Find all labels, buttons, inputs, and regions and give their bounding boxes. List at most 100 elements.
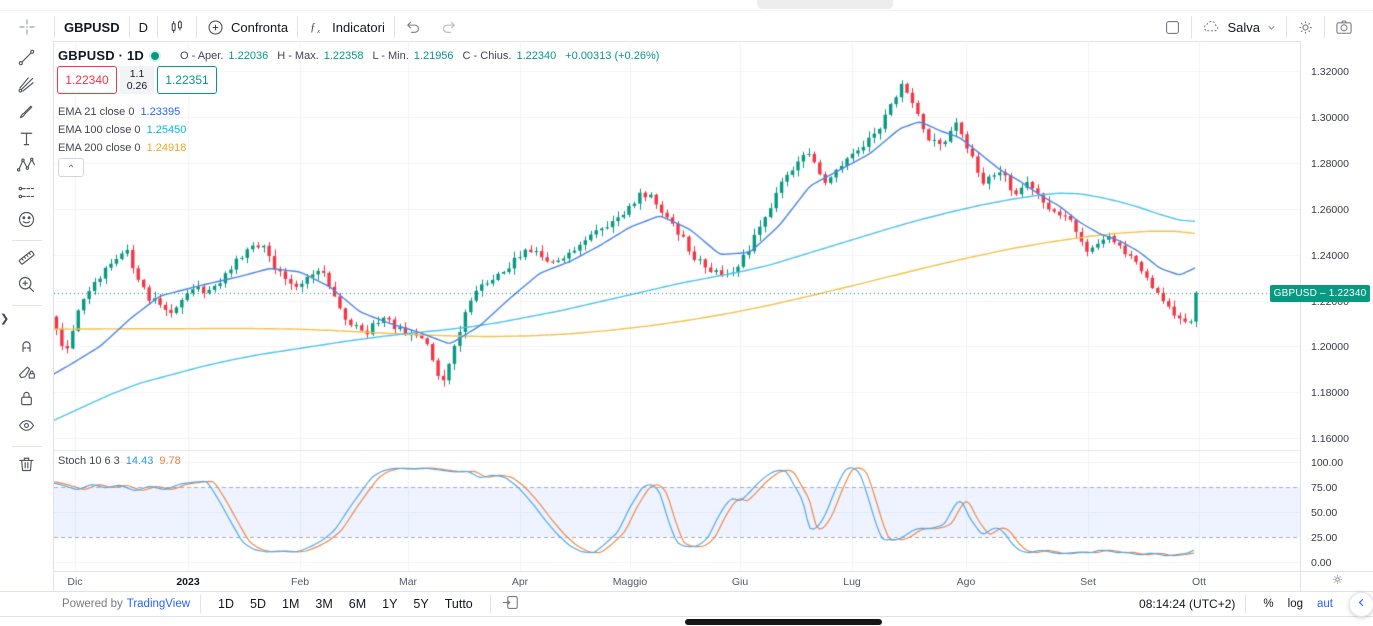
powered-by: Powered by TradingView bbox=[62, 598, 190, 610]
zoom-in-button[interactable] bbox=[8, 273, 46, 300]
toolbar-separator bbox=[12, 240, 42, 241]
redo-button[interactable] bbox=[431, 13, 467, 41]
xabcd-pattern-button[interactable] bbox=[8, 154, 46, 181]
chart-style-button[interactable] bbox=[158, 13, 196, 41]
forecast-button[interactable] bbox=[8, 181, 46, 208]
go-to-date-icon[interactable] bbox=[501, 593, 520, 615]
settings-button[interactable] bbox=[1287, 13, 1324, 41]
price-tick-label: 1.24000 bbox=[1311, 250, 1349, 262]
bottombar-divider bbox=[490, 595, 491, 613]
range-button-tutto[interactable]: Tutto bbox=[438, 595, 480, 613]
gear-icon bbox=[1296, 18, 1315, 37]
stoch-legend[interactable]: Stoch 10 6 3 14.43 9.78 bbox=[58, 455, 181, 467]
time-tick-label: Maggio bbox=[613, 576, 647, 588]
date-range-buttons: 1D5D1M3M6M1Y5YTutto bbox=[211, 595, 480, 613]
left-panel-arrow[interactable]: ❯ bbox=[0, 310, 9, 328]
layout-button[interactable] bbox=[1154, 13, 1191, 41]
compare-button[interactable]: Confronta bbox=[197, 13, 297, 41]
indicator-value: 1.25450 bbox=[147, 124, 187, 136]
price-tick-label: 1.26000 bbox=[1311, 204, 1349, 216]
range-button-1m[interactable]: 1M bbox=[275, 595, 306, 613]
tradingview-app: GBPUSD D Confronta ƒx Indicatori bbox=[0, 0, 1373, 626]
trend-line-button[interactable] bbox=[8, 46, 46, 73]
indicator-row[interactable]: EMA 21 close 01.23395 bbox=[58, 106, 180, 118]
bottombar-right: 08:14:24 (UTC+2) % log aut bbox=[1139, 595, 1373, 613]
log-scale-button[interactable]: log bbox=[1288, 598, 1303, 610]
save-label: Salva bbox=[1227, 20, 1260, 35]
stoch-k-value: 14.43 bbox=[126, 455, 154, 467]
spread-bottom: 0.26 bbox=[127, 80, 147, 92]
undo-button[interactable] bbox=[395, 13, 431, 41]
range-button-6m[interactable]: 6M bbox=[342, 595, 373, 613]
indicators-button[interactable]: ƒx Indicatori bbox=[298, 13, 394, 41]
compare-label: Confronta bbox=[231, 20, 288, 35]
ruler-icon bbox=[16, 247, 37, 273]
legend-symbol-title[interactable]: GBPUSD · 1D bbox=[58, 48, 144, 63]
interval-button[interactable]: D bbox=[130, 13, 157, 41]
time-tick-label: Giu bbox=[732, 576, 748, 588]
collapse-indicators-button[interactable] bbox=[58, 158, 84, 177]
stoch-tick-label: 100.00 bbox=[1311, 457, 1343, 469]
time-tick-label: Mar bbox=[399, 576, 417, 588]
brush-button[interactable] bbox=[8, 100, 46, 127]
cloud-icon bbox=[1201, 17, 1221, 37]
lock-all-button[interactable] bbox=[8, 387, 46, 414]
pitchfork-button[interactable] bbox=[8, 73, 46, 100]
symbol-label: GBPUSD bbox=[64, 20, 120, 35]
percent-scale-button[interactable]: % bbox=[1263, 598, 1273, 610]
tradingview-link[interactable]: TradingView bbox=[127, 598, 190, 610]
trash-icon bbox=[16, 453, 37, 479]
change-value: +0.00313 (+0.26%) bbox=[565, 50, 659, 62]
high-value: 1.22358 bbox=[324, 50, 364, 62]
indicator-row[interactable]: EMA 200 close 01.24918 bbox=[58, 142, 186, 154]
buy-button[interactable]: 1.22351 bbox=[157, 66, 217, 94]
time-tick-label: Feb bbox=[291, 576, 309, 588]
screenshot-button[interactable] bbox=[1325, 13, 1363, 41]
save-button[interactable]: Salva bbox=[1192, 13, 1286, 41]
text-button[interactable] bbox=[8, 127, 46, 154]
range-button-5y[interactable]: 5Y bbox=[406, 595, 435, 613]
symbol-button[interactable]: GBPUSD bbox=[55, 13, 129, 41]
range-button-5d[interactable]: 5D bbox=[243, 595, 273, 613]
market-status-dot[interactable] bbox=[151, 52, 159, 60]
trash-button[interactable] bbox=[8, 452, 46, 479]
price-tick-label: 1.30000 bbox=[1311, 112, 1349, 124]
stoch-tick-label: 25.00 bbox=[1311, 532, 1337, 544]
ohlc-values: O - Aper.1.22036 H - Max.1.22358 L - Min… bbox=[180, 50, 663, 62]
layout-icon bbox=[1163, 18, 1182, 37]
collapse-panel-button[interactable] bbox=[1349, 592, 1373, 617]
bottom-toolbar: Powered by TradingView 1D5D1M3M6M1Y5YTut… bbox=[0, 591, 1373, 617]
stoch-tick-label: 75.00 bbox=[1311, 482, 1337, 494]
ruler-button[interactable] bbox=[8, 246, 46, 273]
brush-icon bbox=[16, 101, 37, 127]
lock-all-icon bbox=[16, 388, 37, 414]
trend-line-icon bbox=[16, 47, 37, 73]
range-button-1y[interactable]: 1Y bbox=[375, 595, 404, 613]
xabcd-pattern-icon bbox=[16, 155, 37, 181]
chart-canvas[interactable] bbox=[54, 41, 1300, 571]
emoji-button[interactable] bbox=[8, 208, 46, 235]
time-tick-label: Apr bbox=[512, 576, 528, 588]
price-tick-label: 1.16000 bbox=[1311, 433, 1349, 445]
time-tick-label: 2023 bbox=[176, 576, 199, 588]
range-button-1d[interactable]: 1D bbox=[211, 595, 241, 613]
crosshair-mode-button[interactable] bbox=[0, 13, 54, 41]
time-axis[interactable]: Dic2023FebMarAprMaggioGiuLugAgoSetOtt bbox=[54, 571, 1300, 592]
price-axis[interactable]: 1.320001.300001.280001.260001.240001.220… bbox=[1300, 41, 1373, 571]
auto-scale-button[interactable]: aut bbox=[1317, 598, 1333, 610]
range-button-3m[interactable]: 3M bbox=[308, 595, 339, 613]
bid-ask-panel: 1.22340 1.1 0.26 1.22351 bbox=[57, 66, 217, 94]
sell-button[interactable]: 1.22340 bbox=[57, 66, 117, 94]
close-value: 1.22340 bbox=[516, 50, 556, 62]
pane-settings-gear-icon[interactable] bbox=[1331, 573, 1344, 591]
chart-legend: GBPUSD · 1D O - Aper.1.22036 H - Max.1.2… bbox=[58, 48, 663, 63]
draw-lock-button[interactable] bbox=[8, 360, 46, 387]
forecast-icon bbox=[16, 182, 37, 208]
clock[interactable]: 08:14:24 (UTC+2) bbox=[1139, 597, 1235, 611]
plus-circle-icon bbox=[206, 18, 225, 37]
magnet-button[interactable] bbox=[8, 333, 46, 360]
time-tick-label: Dic bbox=[67, 576, 82, 588]
hide-all-icon bbox=[16, 415, 37, 441]
indicator-row[interactable]: EMA 100 close 01.25450 bbox=[58, 124, 186, 136]
hide-all-button[interactable] bbox=[8, 414, 46, 441]
